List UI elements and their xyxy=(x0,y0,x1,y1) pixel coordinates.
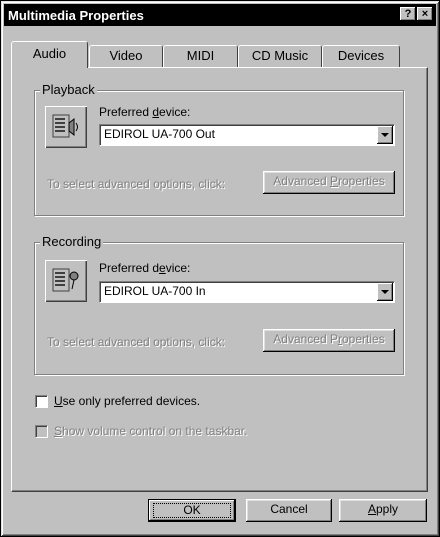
playback-group-label: Playback xyxy=(40,82,97,97)
recording-group: Recording Preferred device: EDIROL UA-70… xyxy=(34,234,404,375)
recording-group-label: Recording xyxy=(40,234,104,249)
tab-midi[interactable]: MIDI xyxy=(163,45,238,67)
tab-devices[interactable]: Devices xyxy=(322,45,400,67)
show-volume-control-label[interactable]: Show volume control on the taskbar. xyxy=(54,424,247,438)
playback-group: Playback Preferred device: EDIROL UA-700… xyxy=(34,82,404,216)
close-button[interactable]: × xyxy=(417,7,433,21)
playback-advanced-hint: To select advanced options, click: xyxy=(47,177,226,191)
apply-button[interactable]: Apply xyxy=(339,499,427,522)
recording-dropdown-arrow-icon[interactable] xyxy=(377,283,393,301)
recording-device-value: EDIROL UA-700 In xyxy=(104,284,206,298)
window-title: Multimedia Properties xyxy=(8,7,144,23)
playback-dropdown-arrow-icon[interactable] xyxy=(377,126,393,144)
ok-focus-rect xyxy=(153,503,231,518)
show-volume-control-checkbox[interactable] xyxy=(35,425,48,438)
ok-button[interactable]: OK xyxy=(148,499,236,522)
recording-preferred-device-label: Preferred device: xyxy=(99,261,191,275)
audio-tab-panel: Playback Preferred device: EDIROL UA-700… xyxy=(11,67,428,492)
use-preferred-devices-label[interactable]: Use only preferred devices. xyxy=(54,394,200,408)
playback-device-select[interactable]: EDIROL UA-700 Out xyxy=(99,124,395,146)
recording-advanced-hint: To select advanced options, click: xyxy=(47,335,226,349)
tab-audio[interactable]: Audio xyxy=(11,41,88,68)
cancel-button[interactable]: Cancel xyxy=(246,499,332,522)
playback-advanced-properties-button[interactable]: Advanced Properties xyxy=(263,171,395,194)
microphone-icon xyxy=(45,260,87,302)
title-bar[interactable]: Multimedia Properties ? × xyxy=(4,4,436,26)
help-button[interactable]: ? xyxy=(400,7,416,21)
playback-device-value: EDIROL UA-700 Out xyxy=(104,127,215,141)
use-preferred-devices-checkbox[interactable] xyxy=(35,395,48,408)
multimedia-properties-window: Multimedia Properties ? × Audio Video MI… xyxy=(0,0,440,537)
tab-cd-music[interactable]: CD Music xyxy=(238,45,322,67)
speaker-icon xyxy=(45,106,87,148)
tab-video[interactable]: Video xyxy=(89,45,163,67)
recording-advanced-properties-button[interactable]: Advanced Properties xyxy=(263,329,395,352)
recording-device-select[interactable]: EDIROL UA-700 In xyxy=(99,281,395,303)
playback-preferred-device-label: Preferred device: xyxy=(99,105,191,119)
